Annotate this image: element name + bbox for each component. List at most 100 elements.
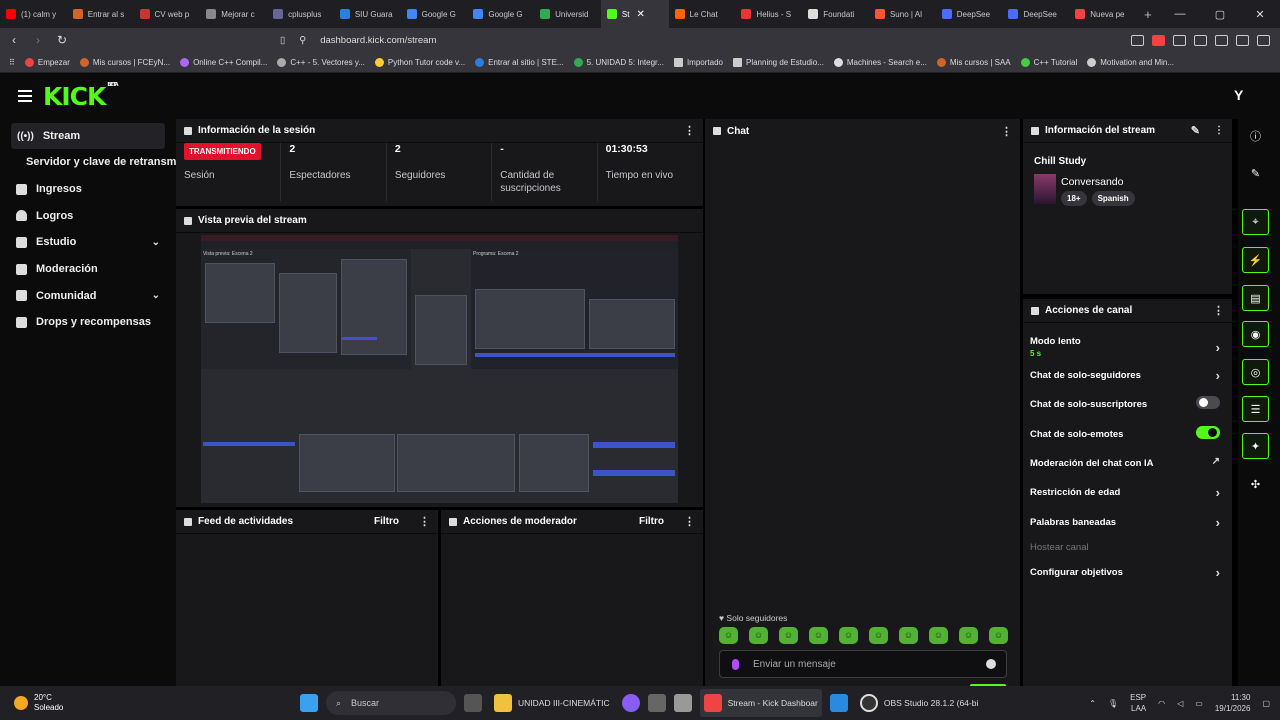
sidebar-item-stream-key[interactable]: Servidor y clave de retransmisión [0,149,176,176]
bookmark-icon[interactable]: ▯ [280,35,285,46]
bookmark-item[interactable]: 5. UNIDAD 5: Integr... [569,57,669,67]
chevron-up-icon[interactable]: ⌃ [1089,699,1096,708]
task-view-icon[interactable] [464,694,482,712]
microphone-icon[interactable] [732,658,739,670]
bookmark-item[interactable]: Online C++ Compil... [175,57,272,67]
kick-logo[interactable]: KICK BETA [43,82,119,111]
bookmark-item[interactable]: Mis cursos | FCEyN... [75,57,175,67]
weather-widget[interactable]: 20°C Soleado [14,693,63,713]
volume-icon[interactable]: ◁ [1177,699,1183,708]
copilot-icon[interactable] [621,694,640,712]
vscode-icon[interactable] [829,694,848,712]
brave-shield-icon[interactable] [1152,34,1165,46]
action-banned-words[interactable]: Palabras baneadas › [1030,515,1225,530]
more-options-icon[interactable]: ⋮ [419,515,430,528]
edit-icon[interactable]: ✎ [1191,124,1200,137]
sidebar-item-stream[interactable]: ((•)) Stream [11,123,165,149]
more-options-icon[interactable]: ⋮ [684,515,695,528]
apps-icon[interactable]: ✣ [1242,471,1269,497]
browser-tab[interactable]: Universid [534,0,601,28]
taskbar-clock[interactable]: 11:30 19/1/2026 [1215,692,1251,714]
maximize-icon[interactable]: ▢ [1200,8,1240,21]
menu-icon[interactable] [1257,34,1270,46]
sidebar-item-studio[interactable]: Estudio ⌄ [0,229,176,256]
action-configure-goals[interactable]: Configurar objetivos › [1030,565,1225,580]
action-slow-mode[interactable]: Modo lento 5 s › [1030,336,1225,358]
browser-tab[interactable]: CV web p [134,0,201,28]
emote-button[interactable]: ☺ [929,627,948,644]
sidebar-item-achievements[interactable]: Logros [0,202,176,229]
focus-icon[interactable]: ⌖ [1242,209,1269,235]
app-icon[interactable] [673,694,692,712]
browser-tab[interactable]: Entrar al s [67,0,134,28]
browser-tab[interactable]: Le Chat [669,0,736,28]
wifi-icon[interactable]: ◠ [1158,699,1165,708]
browser-tab[interactable]: Google G [401,0,468,28]
chat-icon[interactable]: ◉ [1242,321,1269,347]
sidebar-icon[interactable] [1194,34,1207,46]
close-tab-icon[interactable]: ✕ [636,9,644,20]
wallet-icon[interactable] [1215,34,1228,46]
minimize-icon[interactable]: — [1160,8,1200,21]
sidebar-item-income[interactable]: Ingresos [0,176,176,203]
emoji-icon[interactable] [986,659,996,669]
chevron-down-icon[interactable]: ⌄ [152,237,160,248]
more-options-icon[interactable]: ⋮ [684,124,695,137]
broadcast-icon[interactable]: ◎ [1242,359,1269,385]
taskbar-search[interactable]: ⌕ Buscar [326,691,456,715]
browser-tab[interactable]: Mejorar c [200,0,267,28]
apps-icon[interactable]: ⠿ [4,58,20,67]
bookmark-item[interactable]: Mis cursos | SAA [932,57,1016,67]
chevron-down-icon[interactable]: ⌄ [152,290,160,301]
emote-button[interactable]: ☺ [959,627,978,644]
lightning-icon[interactable]: ⚡ [1242,247,1269,273]
emote-button[interactable]: ☺ [839,627,858,644]
browser-tab[interactable]: Google G [467,0,534,28]
emote-button[interactable]: ☺ [809,627,828,644]
bookmark-item[interactable]: Python Tutor code v... [370,57,470,67]
bookmark-item[interactable]: Empezar [20,57,75,67]
action-followers-only[interactable]: Chat de solo-seguidores › [1030,368,1225,383]
emote-button[interactable]: ☺ [899,627,918,644]
emote-button[interactable]: ☺ [749,627,768,644]
microphone-icon[interactable]: 🎙 [1108,699,1118,708]
taskbar-app-browser[interactable]: Stream - Kick Dashboar [699,689,822,717]
action-age-restriction[interactable]: Restricción de edad › [1030,485,1225,500]
taskbar-app-explorer[interactable]: UNIDAD III-CINEMÁTIC [490,689,614,717]
sidebar-item-community[interactable]: Comunidad ⌄ [0,282,176,309]
forward-icon[interactable]: › [28,33,48,47]
new-tab-button[interactable]: + [1136,7,1160,22]
browser-tab[interactable]: Nueva pe [1069,0,1136,28]
back-icon[interactable]: ‹ [4,33,24,47]
reload-icon[interactable]: ↻ [52,33,72,47]
vpn-icon[interactable] [1236,34,1249,46]
more-options-icon[interactable]: ⋮ [1213,304,1224,317]
more-options-icon[interactable]: ⋮ [1214,125,1224,136]
hamburger-menu-icon[interactable] [18,90,32,102]
bookmark-item[interactable]: Motivation and Min... [1082,57,1179,67]
browser-tab[interactable]: DeepSee [936,0,1003,28]
browser-tab[interactable]: Suno | AI [869,0,936,28]
browser-tab[interactable]: (1) calm y [0,0,67,28]
windows-start-icon[interactable] [300,694,318,712]
extension-icon[interactable] [1173,34,1186,46]
taskbar-app-obs[interactable]: OBS Studio 28.1.2 (64-bi [856,689,983,717]
filter-button[interactable]: Filtro [639,516,664,527]
browser-tab[interactable]: cplusplus [267,0,334,28]
close-icon[interactable]: ✕ [1240,8,1280,21]
store-icon[interactable] [647,694,666,712]
site-info-icon[interactable]: ⚲ [299,35,306,46]
bookmark-item[interactable]: Planning de Estudio... [728,57,829,67]
document-icon[interactable]: ▤ [1242,285,1269,311]
edit-icon[interactable]: ✎ [1242,160,1269,186]
layers-icon[interactable]: ☰ [1242,396,1269,422]
emote-button[interactable]: ☺ [779,627,798,644]
browser-tab[interactable]: SIU Guara [334,0,401,28]
filter-button[interactable]: Filtro [374,516,399,527]
notification-icon[interactable]: ▢ [1262,699,1270,708]
bookmark-item[interactable]: Importado [669,57,728,67]
more-options-icon[interactable]: ⋮ [1001,125,1012,138]
emote-button[interactable]: ☺ [869,627,888,644]
browser-tab[interactable]: Foundati [802,0,869,28]
browser-tab-active[interactable]: St ✕ [600,0,669,28]
